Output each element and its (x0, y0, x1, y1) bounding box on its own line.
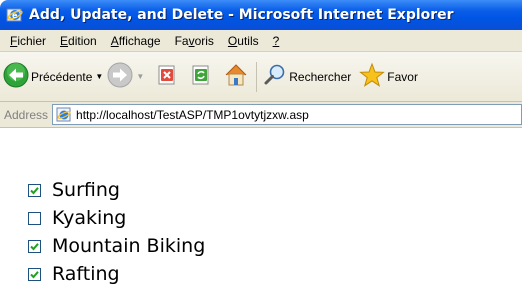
menu-affichage[interactable]: Affichage (104, 34, 168, 48)
home-icon (222, 61, 250, 92)
activity-row: Surfing (28, 179, 120, 201)
menu-favoris[interactable]: Favoris (168, 34, 221, 48)
checkmark-icon (30, 270, 39, 278)
menu-bar: Fichier Edition Affichage Favoris Outils… (0, 30, 522, 52)
favorites-button[interactable]: Favor (359, 59, 418, 95)
forward-button[interactable]: ▼ (107, 59, 146, 95)
forward-arrow-icon (107, 62, 133, 91)
chevron-down-icon[interactable]: ▼ (136, 72, 144, 81)
menu-label: ffichage (118, 33, 161, 48)
back-label: Précédente (31, 69, 93, 84)
stop-button[interactable] (156, 59, 178, 95)
search-icon (263, 63, 287, 90)
star-icon (359, 62, 386, 91)
back-arrow-icon (3, 62, 29, 91)
activity-row: Rafting (28, 263, 120, 285)
svg-text:e: e (12, 11, 18, 20)
home-button[interactable] (222, 59, 250, 95)
address-label: Address (4, 107, 49, 122)
checkbox-kyaking[interactable] (28, 211, 41, 225)
activity-row: Mountain Biking (28, 235, 205, 257)
toolbar-separator (256, 61, 258, 92)
menu-edition[interactable]: Edition (53, 34, 104, 48)
menu-help[interactable]: ? (266, 34, 287, 48)
menu-label: utils (237, 33, 259, 48)
favorites-label: Favor (387, 69, 418, 84)
activity-label: Mountain Biking (52, 235, 206, 257)
title-bar[interactable]: e Add, Update, and Delete - Microsoft In… (0, 0, 522, 30)
address-url: http://localhost/TestASP/TMP1ovtytjzxw.a… (76, 107, 309, 122)
page-content: Surfing Kyaking Mountain Biking Rafting (0, 128, 522, 293)
checkbox-surfing[interactable] (28, 183, 41, 197)
menu-accel: O (227, 33, 238, 48)
search-button[interactable]: Rechercher (263, 59, 351, 95)
menu-accel: E (60, 33, 69, 48)
page-icon (56, 107, 72, 123)
menu-label: dition (68, 33, 97, 48)
toolbar: Précédente ▼ ▼ Rechercher Favor (0, 52, 522, 102)
checkmark-icon (30, 242, 39, 250)
refresh-icon (190, 64, 212, 89)
checkbox-rafting[interactable] (28, 267, 41, 281)
search-label: Rechercher (289, 69, 352, 84)
stop-icon (156, 64, 178, 89)
menu-outils[interactable]: Outils (221, 34, 266, 48)
menu-label: ichier (17, 33, 47, 48)
activity-label: Rafting (52, 263, 120, 285)
checkbox-mountain-biking[interactable] (28, 239, 41, 253)
back-button[interactable]: Précédente ▼ (3, 59, 105, 95)
window-title: Add, Update, and Delete - Microsoft Inte… (29, 7, 454, 23)
address-input[interactable]: http://localhost/TestASP/TMP1ovtytjzxw.a… (52, 104, 522, 125)
activity-label: Kyaking (52, 207, 127, 229)
ie-icon[interactable]: e (6, 6, 24, 24)
address-bar: Address http://localhost/TestASP/TMP1ovt… (0, 102, 522, 128)
menu-fichier[interactable]: Fichier (3, 34, 53, 48)
activity-label: Surfing (52, 179, 120, 201)
activity-row: Kyaking (28, 207, 126, 229)
menu-label: Fa (174, 33, 189, 48)
refresh-button[interactable] (190, 59, 212, 95)
menu-label: oris (194, 33, 214, 48)
checkmark-icon (30, 186, 39, 194)
menu-accel: ? (272, 33, 280, 48)
menu-accel: A (110, 33, 119, 48)
chevron-down-icon[interactable]: ▼ (95, 72, 103, 81)
